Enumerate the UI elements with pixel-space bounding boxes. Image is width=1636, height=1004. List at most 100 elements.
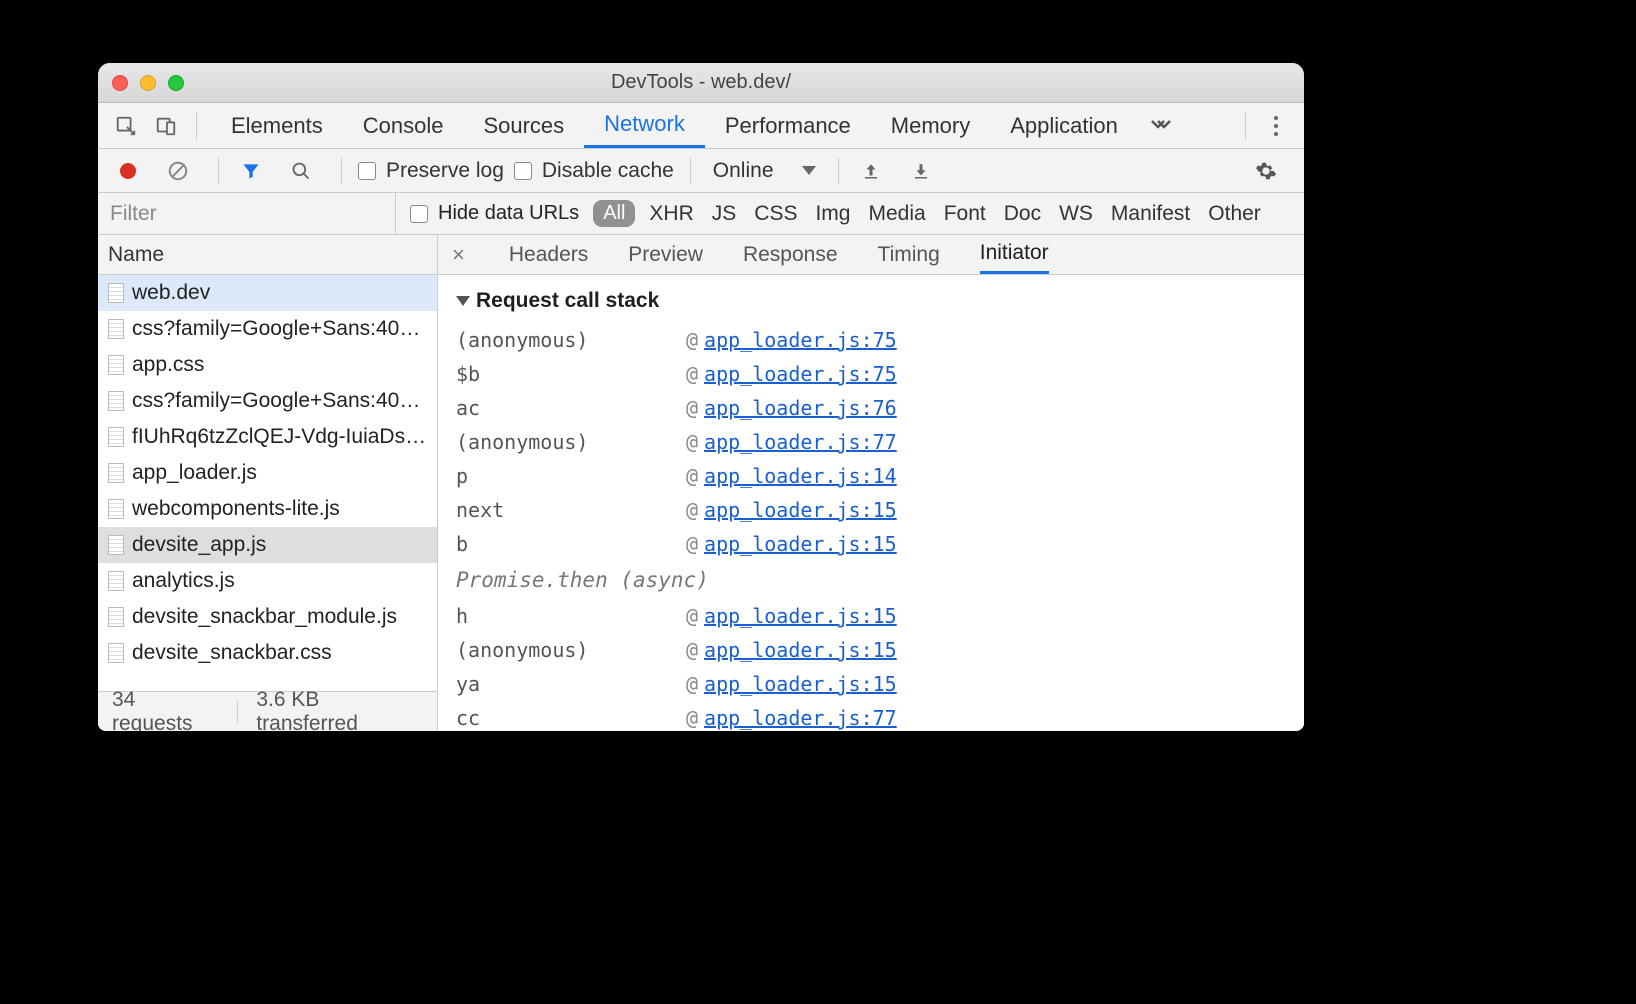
detail-tab-response[interactable]: Response <box>743 235 838 274</box>
tab-elements[interactable]: Elements <box>211 103 343 148</box>
clear-icon[interactable] <box>162 155 194 187</box>
upload-har-icon[interactable] <box>855 155 887 187</box>
at-symbol: @ <box>686 667 698 701</box>
source-link[interactable]: app_loader.js:15 <box>704 667 897 701</box>
main-tabbar: ElementsConsoleSourcesNetworkPerformance… <box>98 103 1304 149</box>
request-row[interactable]: css?family=Google+Sans:40… <box>98 383 437 419</box>
preserve-log-label: Preserve log <box>386 159 504 183</box>
filter-type-xhr[interactable]: XHR <box>649 202 693 226</box>
source-link[interactable]: app_loader.js:15 <box>704 633 897 667</box>
source-link[interactable]: app_loader.js:15 <box>704 493 897 527</box>
stack-frame: h@ app_loader.js:15 <box>456 599 1286 633</box>
request-row[interactable]: devsite_app.js <box>98 527 437 563</box>
stack-frame: next@ app_loader.js:15 <box>456 493 1286 527</box>
at-symbol: @ <box>686 701 698 731</box>
request-row[interactable]: web.dev <box>98 275 437 311</box>
stack-frame: $b@ app_loader.js:75 <box>456 357 1286 391</box>
request-name: webcomponents-lite.js <box>132 497 340 521</box>
filter-icon[interactable] <box>235 155 267 187</box>
filter-type-css[interactable]: CSS <box>754 202 797 226</box>
source-link[interactable]: app_loader.js:75 <box>704 357 897 391</box>
tab-memory[interactable]: Memory <box>871 103 990 148</box>
initiator-panel: Request call stack (anonymous)@ app_load… <box>438 275 1304 731</box>
stack-frame: (anonymous)@ app_loader.js:77 <box>456 425 1286 459</box>
section-title: Request call stack <box>476 289 659 313</box>
filter-type-manifest[interactable]: Manifest <box>1111 202 1190 226</box>
section-header[interactable]: Request call stack <box>456 289 1286 313</box>
throttling-select[interactable]: Online <box>707 159 822 183</box>
close-detail-icon[interactable]: × <box>452 242 465 268</box>
at-symbol: @ <box>686 391 698 425</box>
request-row[interactable]: devsite_snackbar_module.js <box>98 599 437 635</box>
record-button[interactable] <box>112 155 144 187</box>
request-name: app.css <box>132 353 204 377</box>
network-settings-icon[interactable] <box>1250 155 1282 187</box>
separator <box>196 112 197 140</box>
stack-function: b <box>456 527 686 561</box>
filter-type-js[interactable]: JS <box>712 202 737 226</box>
request-name: devsite_snackbar_module.js <box>132 605 397 629</box>
request-row[interactable]: analytics.js <box>98 563 437 599</box>
download-har-icon[interactable] <box>905 155 937 187</box>
detail-pane: × HeadersPreviewResponseTimingInitiator … <box>438 235 1304 731</box>
status-requests: 34 requests <box>112 688 219 732</box>
status-bar: 34 requests 3.6 KB transferred <box>98 691 437 731</box>
filter-type-doc[interactable]: Doc <box>1004 202 1041 226</box>
source-link[interactable]: app_loader.js:77 <box>704 701 897 731</box>
disable-cache-checkbox[interactable]: Disable cache <box>514 159 674 183</box>
tab-sources[interactable]: Sources <box>463 103 584 148</box>
request-row[interactable]: app_loader.js <box>98 455 437 491</box>
file-icon <box>108 463 124 483</box>
filter-type-media[interactable]: Media <box>868 202 925 226</box>
filter-type-ws[interactable]: WS <box>1059 202 1093 226</box>
separator <box>218 158 219 184</box>
at-symbol: @ <box>686 357 698 391</box>
search-icon[interactable] <box>285 155 317 187</box>
request-row[interactable]: webcomponents-lite.js <box>98 491 437 527</box>
inspect-element-icon[interactable] <box>110 110 142 142</box>
detail-tabs: × Headers Preview Response Timing Initiator <box>438 235 1304 275</box>
detail-tab-headers[interactable]: Headers <box>509 235 588 274</box>
stack-function: (anonymous) <box>456 425 686 459</box>
request-row[interactable]: app.css <box>98 347 437 383</box>
filter-type-all[interactable]: All <box>593 200 635 227</box>
request-row[interactable]: devsite_snackbar.css <box>98 635 437 671</box>
tab-network[interactable]: Network <box>584 103 705 148</box>
filter-type-img[interactable]: Img <box>815 202 850 226</box>
source-link[interactable]: app_loader.js:77 <box>704 425 897 459</box>
settings-menu-icon[interactable] <box>1260 116 1292 136</box>
source-link[interactable]: app_loader.js:15 <box>704 599 897 633</box>
filter-type-other[interactable]: Other <box>1208 202 1261 226</box>
tabs-overflow-icon[interactable] <box>1150 119 1172 133</box>
filter-type-font[interactable]: Font <box>944 202 986 226</box>
filter-input[interactable] <box>98 193 396 234</box>
source-link[interactable]: app_loader.js:14 <box>704 459 897 493</box>
tab-console[interactable]: Console <box>343 103 464 148</box>
device-toolbar-icon[interactable] <box>150 110 182 142</box>
source-link[interactable]: app_loader.js:15 <box>704 527 897 561</box>
stack-frame: b@ app_loader.js:15 <box>456 527 1286 561</box>
file-icon <box>108 607 124 627</box>
column-header-name[interactable]: Name <box>98 235 437 275</box>
request-name: devsite_app.js <box>132 533 266 557</box>
stack-function: cc <box>456 701 686 731</box>
stack-frame: cc@ app_loader.js:77 <box>456 701 1286 731</box>
separator <box>341 158 342 184</box>
request-row[interactable]: fIUhRq6tzZclQEJ-Vdg-IuiaDs… <box>98 419 437 455</box>
disable-cache-label: Disable cache <box>542 159 674 183</box>
request-row[interactable]: css?family=Google+Sans:40… <box>98 311 437 347</box>
tab-performance[interactable]: Performance <box>705 103 871 148</box>
filter-bar: Hide data URLs All XHR JS CSS Img Media Font D… <box>98 193 1304 235</box>
detail-tab-initiator[interactable]: Initiator <box>980 235 1049 274</box>
preserve-log-checkbox[interactable]: Preserve log <box>358 159 504 183</box>
source-link[interactable]: app_loader.js:75 <box>704 323 897 357</box>
stack-function: ya <box>456 667 686 701</box>
detail-tab-preview[interactable]: Preview <box>628 235 703 274</box>
at-symbol: @ <box>686 599 698 633</box>
main-content: Name web.devcss?family=Google+Sans:40…ap… <box>98 235 1304 731</box>
source-link[interactable]: app_loader.js:76 <box>704 391 897 425</box>
detail-tab-timing[interactable]: Timing <box>878 235 940 274</box>
hide-data-urls-checkbox[interactable]: Hide data URLs <box>410 202 579 225</box>
window-title: DevTools - web.dev/ <box>98 71 1304 94</box>
tab-application[interactable]: Application <box>990 103 1138 148</box>
